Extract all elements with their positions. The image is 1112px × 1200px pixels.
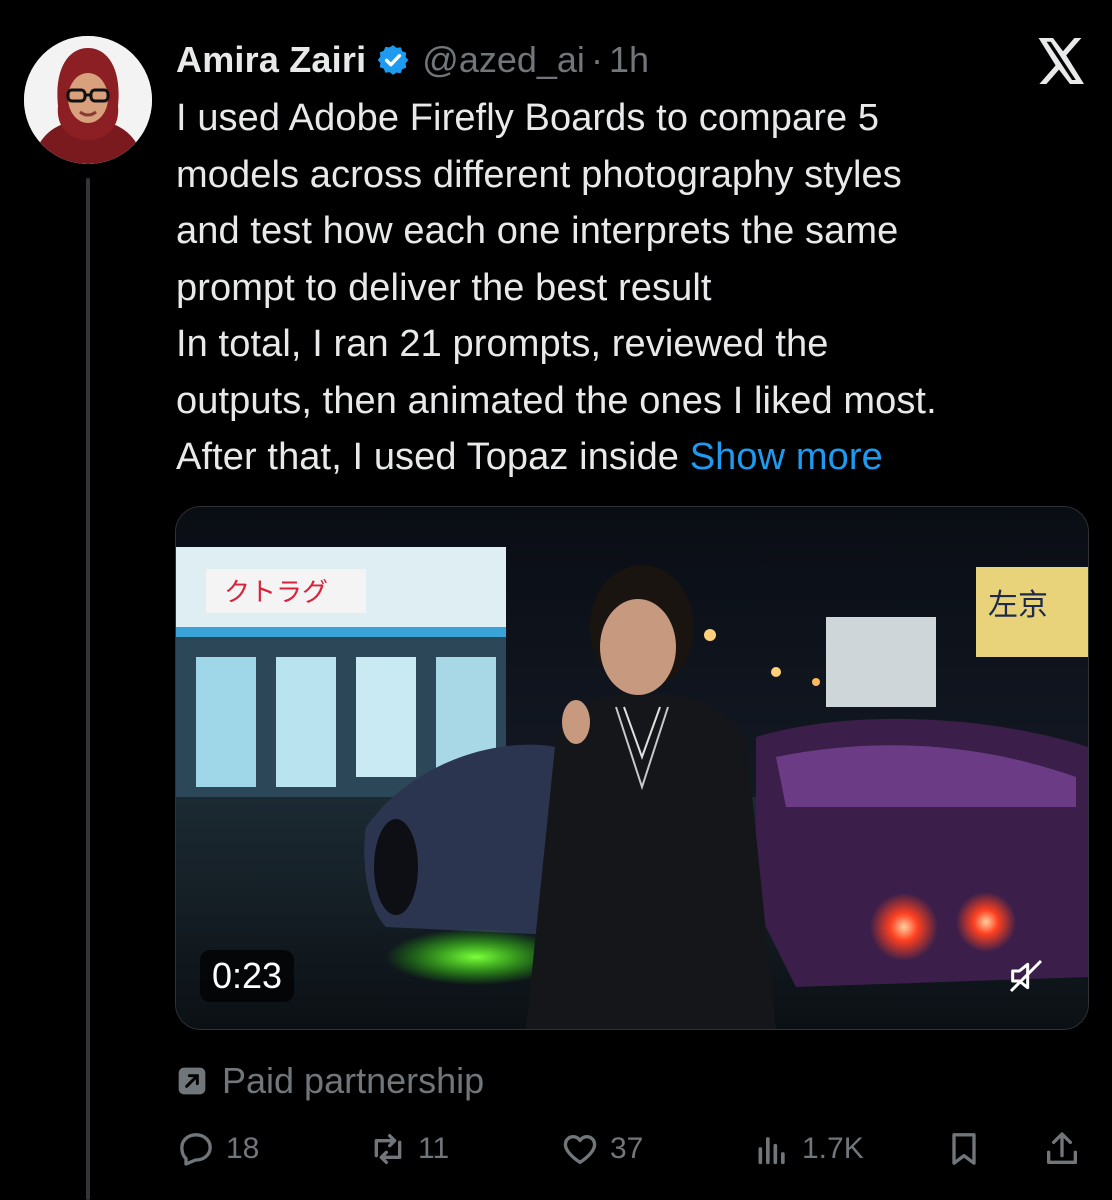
video-media[interactable]: クトラグ 左京 [175, 506, 1089, 1030]
right-sign: 左京 [988, 588, 1048, 623]
views-chart-icon [752, 1129, 792, 1169]
tweet-text-fragment: After that, I used Topaz inside [176, 436, 680, 478]
tweet-header: Amira Zairi @azed_ai · 1h [176, 34, 649, 86]
verified-badge-icon [376, 43, 410, 77]
like-button[interactable]: 37 [560, 1124, 643, 1174]
tweet-text-line: models across different photography styl… [176, 153, 902, 196]
separator-dot: · [590, 39, 603, 80]
heart-icon [560, 1129, 600, 1169]
show-more-link[interactable]: Show more [690, 436, 883, 478]
reply-button[interactable]: 18 [176, 1124, 259, 1174]
tweet-text-line: In total, I ran 21 prompts, reviewed the [176, 323, 829, 365]
author-handle[interactable]: @azed_ai [422, 39, 585, 81]
reply-icon [176, 1129, 216, 1169]
bookmark-button[interactable] [944, 1124, 984, 1174]
tweet-text-line: outputs, then animated the ones I liked … [176, 379, 937, 422]
views-button[interactable]: 1.7K [752, 1124, 864, 1174]
repost-count: 11 [418, 1132, 450, 1165]
share-button[interactable] [1042, 1124, 1082, 1174]
thread-line [86, 178, 90, 1200]
tweet-text-line: and test how each one interprets the sam… [176, 210, 899, 252]
tweet-text: I used Adobe Firefly Boards to compare 5… [176, 90, 1096, 486]
store-sign: クトラグ [224, 578, 328, 608]
tweet-text-line: I used Adobe Firefly Boards to compare 5 [176, 97, 880, 139]
share-icon [1042, 1129, 1082, 1169]
paid-partnership-label: Paid partnership [222, 1060, 485, 1101]
repost-icon [368, 1129, 408, 1169]
timestamp[interactable]: 1h [609, 39, 649, 81]
tweet-text-line: prompt to deliver the best result [176, 266, 712, 309]
avatar[interactable] [24, 36, 152, 164]
like-count: 37 [610, 1132, 644, 1165]
bookmark-icon [944, 1129, 984, 1169]
partnership-arrow-icon [176, 1065, 208, 1097]
paid-partnership: Paid partnership [176, 1058, 484, 1104]
repost-button[interactable]: 11 [368, 1124, 449, 1174]
mute-icon[interactable] [1006, 956, 1046, 996]
views-count: 1.7K [802, 1132, 864, 1165]
tweet-text-line-last: After that, I used Topaz inside Show mor… [176, 429, 1096, 486]
x-logo-icon [1038, 38, 1086, 84]
author-name[interactable]: Amira Zairi [176, 39, 366, 81]
video-duration: 0:23 [200, 950, 295, 1002]
reply-count: 18 [226, 1132, 260, 1165]
